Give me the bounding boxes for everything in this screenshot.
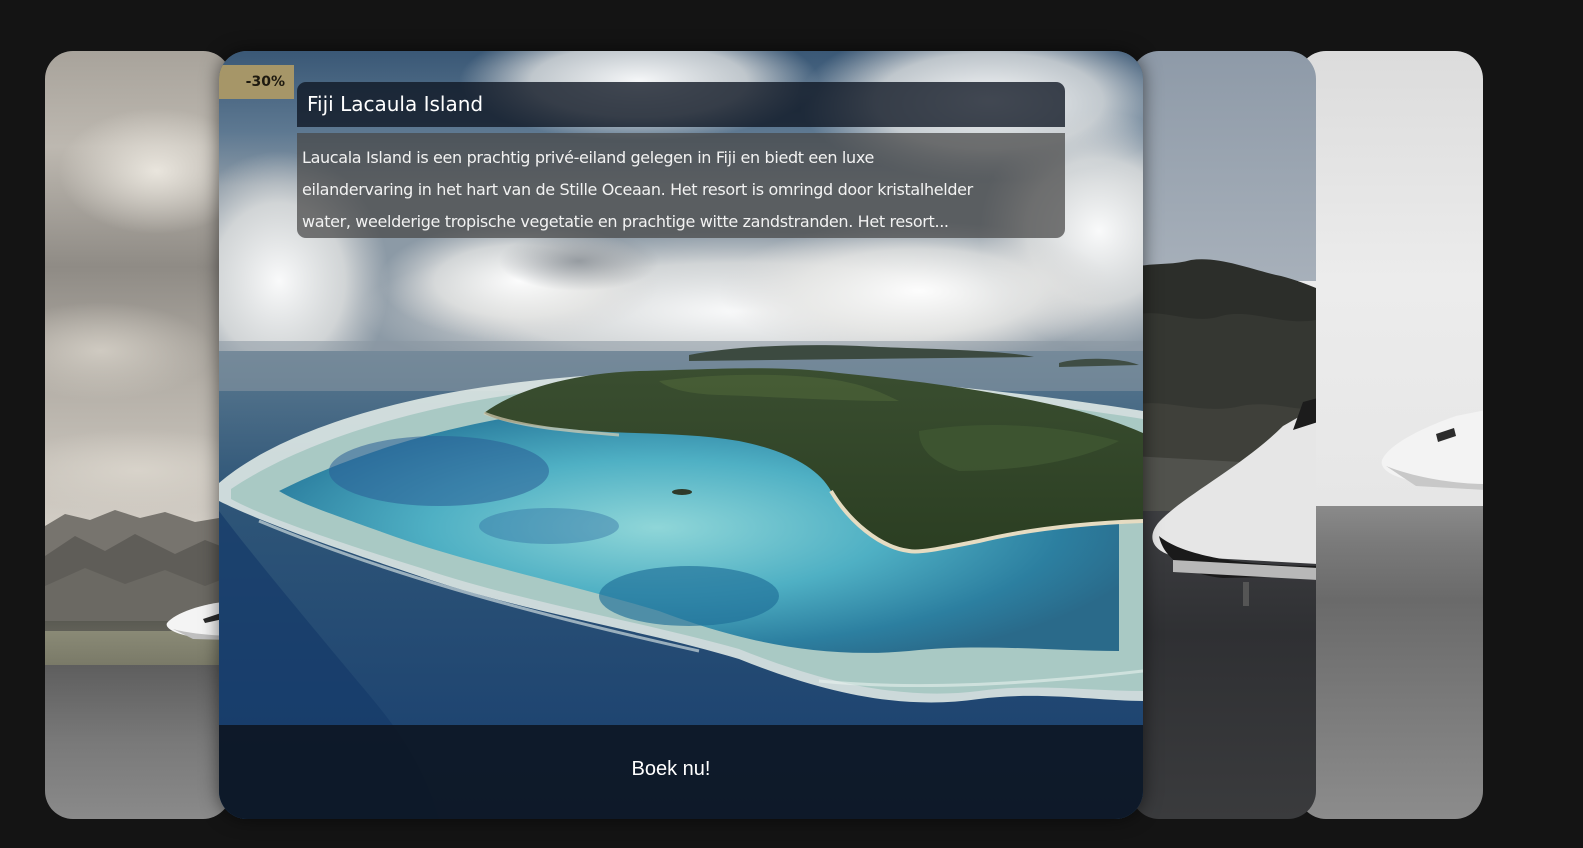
destination-carousel: -30% Fiji Lacaula Island Laucala Island … (0, 0, 1583, 848)
description-line: Laucala Island is een prachtig privé-eil… (302, 148, 874, 167)
destination-card-right[interactable] (1131, 51, 1316, 819)
card-right-jet-image (1152, 398, 1316, 606)
destination-title: Fiji Lacaula Island (307, 92, 484, 116)
destination-description-panel: Laucala Island is een prachtig privé-eil… (297, 133, 1065, 238)
destination-title-bar: Fiji Lacaula Island (297, 82, 1065, 127)
card-left-sky-image (45, 51, 231, 531)
destination-description: Laucala Island is een prachtig privé-eil… (302, 142, 1066, 238)
card-far-right-plane-nose-image (1381, 410, 1483, 490)
destination-card-far-right[interactable] (1298, 51, 1483, 819)
description-line: eilandervaring in het hart van de Stille… (302, 180, 973, 199)
card-far-right-runway (1298, 506, 1483, 819)
booking-bar: Boek nu! (219, 725, 1143, 819)
card-left-runway (45, 665, 231, 819)
destination-card-left[interactable] (45, 51, 231, 819)
book-now-button[interactable]: Boek nu! (581, 745, 761, 793)
card-right-sky-image (1131, 51, 1316, 281)
featured-destination-card[interactable]: -30% Fiji Lacaula Island Laucala Island … (219, 51, 1143, 819)
description-line: water, weelderige tropische vegetatie en… (302, 212, 949, 231)
discount-badge: -30% (219, 65, 294, 99)
